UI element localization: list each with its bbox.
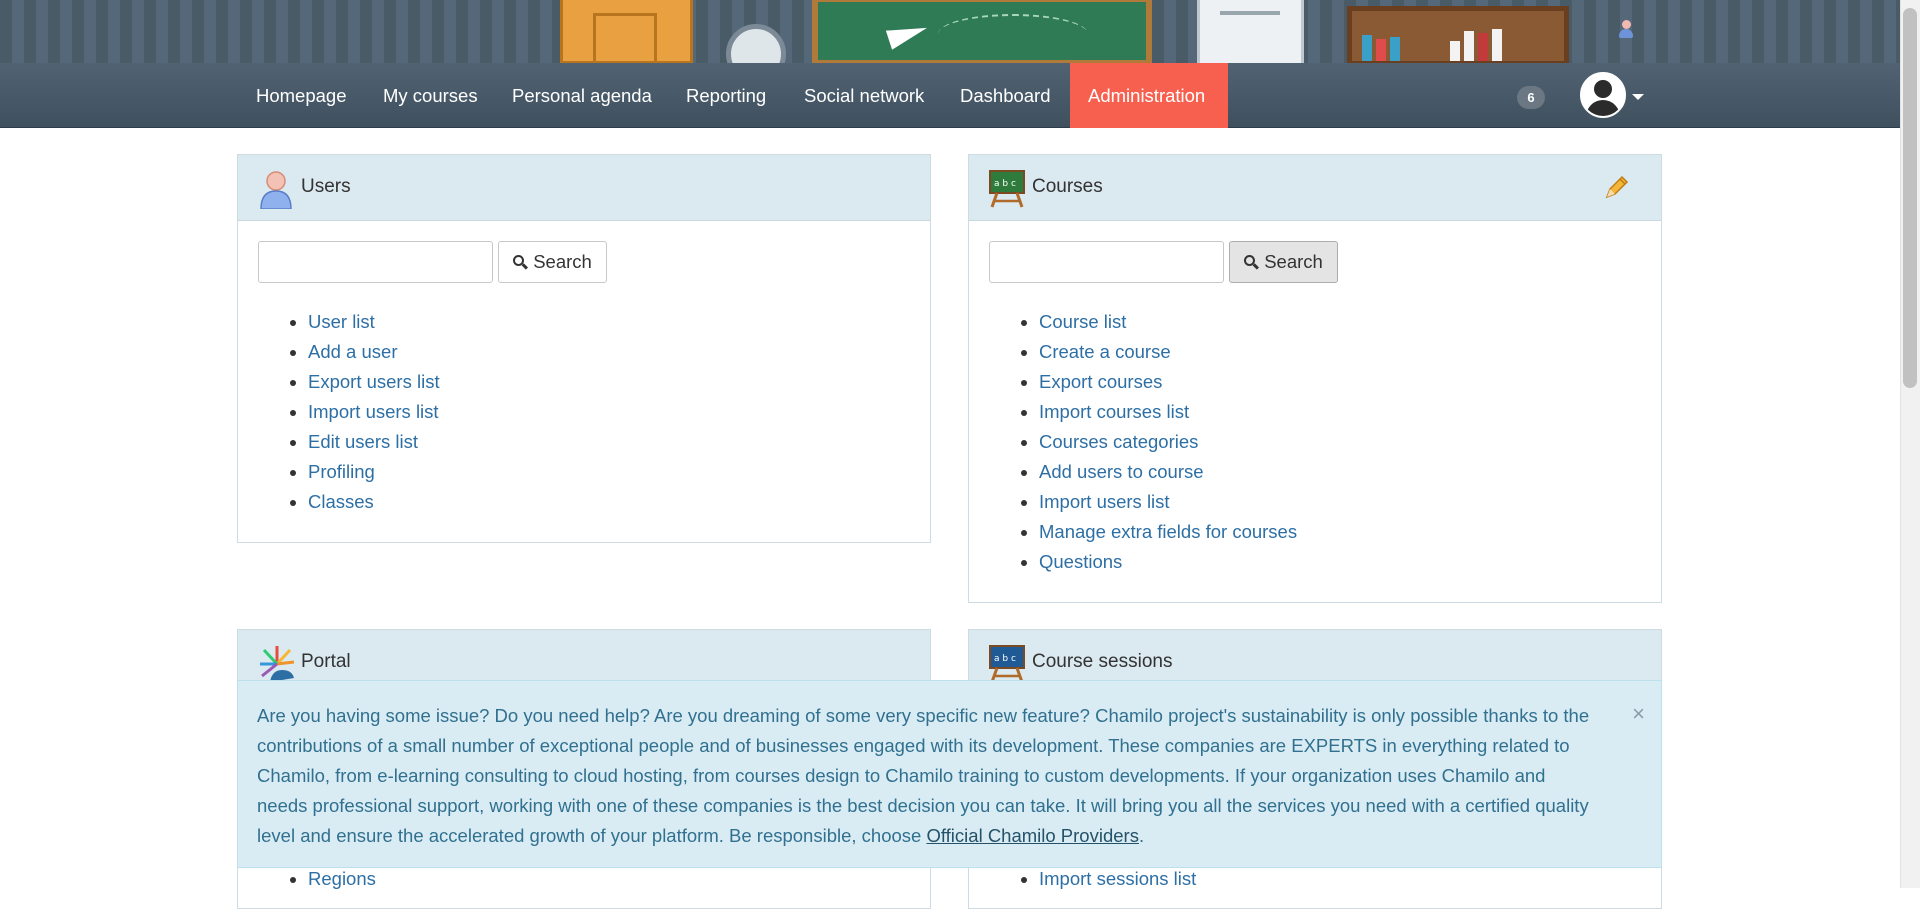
support-alert: Are you having some issue? Do you need h… bbox=[237, 680, 1662, 868]
user-icon bbox=[258, 169, 294, 210]
header-banner bbox=[0, 0, 1900, 64]
list-item: Import users list bbox=[1039, 487, 1297, 517]
list-item: Questions bbox=[1039, 547, 1297, 577]
courses-search-button[interactable]: Search bbox=[1229, 241, 1338, 283]
link-course-categories[interactable]: Courses categories bbox=[1039, 431, 1198, 452]
nav-social-network[interactable]: Social network bbox=[786, 63, 942, 128]
list-item: Import sessions list bbox=[1039, 864, 1196, 894]
link-course-list[interactable]: Course list bbox=[1039, 311, 1126, 332]
list-item: Regions bbox=[308, 864, 376, 894]
users-search-button[interactable]: Search bbox=[498, 241, 607, 283]
link-extra-fields-courses[interactable]: Manage extra fields for courses bbox=[1039, 521, 1297, 542]
nav-homepage[interactable]: Homepage bbox=[238, 63, 365, 128]
courses-search-input[interactable] bbox=[989, 241, 1224, 283]
nav-personal-agenda[interactable]: Personal agenda bbox=[494, 63, 670, 128]
list-item: Export users list bbox=[308, 367, 440, 397]
cabinet-illustration bbox=[1197, 0, 1304, 64]
link-export-courses[interactable]: Export courses bbox=[1039, 371, 1162, 392]
sessions-panel-title: Course sessions bbox=[1032, 651, 1173, 672]
pencil-icon[interactable] bbox=[1601, 173, 1631, 203]
search-icon bbox=[1244, 255, 1260, 270]
chalkboard-illustration bbox=[812, 0, 1152, 64]
bookshelf-illustration bbox=[1347, 6, 1569, 64]
link-edit-users[interactable]: Edit users list bbox=[308, 431, 418, 452]
clock-illustration bbox=[726, 24, 786, 64]
list-item: User list bbox=[308, 307, 440, 337]
link-create-course[interactable]: Create a course bbox=[1039, 341, 1171, 362]
link-user-list[interactable]: User list bbox=[308, 311, 375, 332]
users-panel: Users Search User list Add a user Export… bbox=[237, 154, 931, 543]
sessions-link-list: Import sessions list bbox=[1019, 864, 1196, 894]
user-avatar[interactable] bbox=[1580, 72, 1626, 118]
link-add-user[interactable]: Add a user bbox=[308, 341, 397, 362]
link-export-users[interactable]: Export users list bbox=[308, 371, 440, 392]
courses-link-list: Course list Create a course Export cours… bbox=[1019, 307, 1297, 577]
door-illustration bbox=[560, 0, 693, 64]
nav-my-courses[interactable]: My courses bbox=[365, 63, 496, 128]
list-item: Import users list bbox=[308, 397, 440, 427]
svg-text:a b c: a b c bbox=[994, 179, 1016, 189]
nav-dashboard[interactable]: Dashboard bbox=[942, 63, 1069, 128]
official-providers-link[interactable]: Official Chamilo Providers bbox=[926, 825, 1138, 846]
users-search-input[interactable] bbox=[258, 241, 493, 283]
courses-panel-title: Courses bbox=[1032, 176, 1103, 197]
list-item: Classes bbox=[308, 487, 440, 517]
link-add-users-to-course[interactable]: Add users to course bbox=[1039, 461, 1204, 482]
close-icon[interactable]: × bbox=[1632, 699, 1645, 729]
nav-reporting[interactable]: Reporting bbox=[668, 63, 784, 128]
courses-panel-header: a b c Courses bbox=[969, 155, 1661, 221]
link-classes[interactable]: Classes bbox=[308, 491, 374, 512]
link-import-users-list[interactable]: Import users list bbox=[1039, 491, 1170, 512]
portal-icon bbox=[258, 644, 295, 682]
users-link-list: User list Add a user Export users list I… bbox=[288, 307, 440, 517]
link-import-courses[interactable]: Import courses list bbox=[1039, 401, 1189, 422]
nav-administration[interactable]: Administration bbox=[1070, 63, 1228, 128]
portal-link-list: Regions bbox=[288, 864, 376, 894]
courses-panel: a b c Courses Search Course list Create … bbox=[968, 154, 1662, 603]
list-item: Add a user bbox=[308, 337, 440, 367]
list-item: Course list bbox=[1039, 307, 1297, 337]
blackboard-icon: a b c bbox=[989, 644, 1025, 683]
svg-text:a b c: a b c bbox=[994, 654, 1016, 664]
list-item: Import courses list bbox=[1039, 397, 1297, 427]
user-icon[interactable] bbox=[1618, 20, 1634, 38]
list-item: Profiling bbox=[308, 457, 440, 487]
list-item: Add users to course bbox=[1039, 457, 1297, 487]
link-import-users[interactable]: Import users list bbox=[308, 401, 439, 422]
link-questions[interactable]: Questions bbox=[1039, 551, 1122, 572]
alert-text: Are you having some issue? Do you need h… bbox=[257, 705, 1590, 846]
users-panel-title: Users bbox=[301, 176, 351, 197]
link-import-sessions[interactable]: Import sessions list bbox=[1039, 868, 1196, 889]
link-profiling[interactable]: Profiling bbox=[308, 461, 375, 482]
portal-panel-title: Portal bbox=[301, 651, 351, 672]
notification-badge[interactable]: 6 bbox=[1517, 86, 1545, 109]
scrollbar-thumb[interactable] bbox=[1903, 8, 1917, 388]
link-regions[interactable]: Regions bbox=[308, 868, 376, 889]
chevron-down-icon[interactable] bbox=[1632, 94, 1644, 100]
list-item: Create a course bbox=[1039, 337, 1297, 367]
users-panel-header: Users bbox=[238, 155, 930, 221]
list-item: Manage extra fields for courses bbox=[1039, 517, 1297, 547]
list-item: Export courses bbox=[1039, 367, 1297, 397]
list-item: Courses categories bbox=[1039, 427, 1297, 457]
list-item: Edit users list bbox=[308, 427, 440, 457]
blackboard-icon: a b c bbox=[989, 169, 1025, 208]
search-icon bbox=[513, 255, 529, 270]
